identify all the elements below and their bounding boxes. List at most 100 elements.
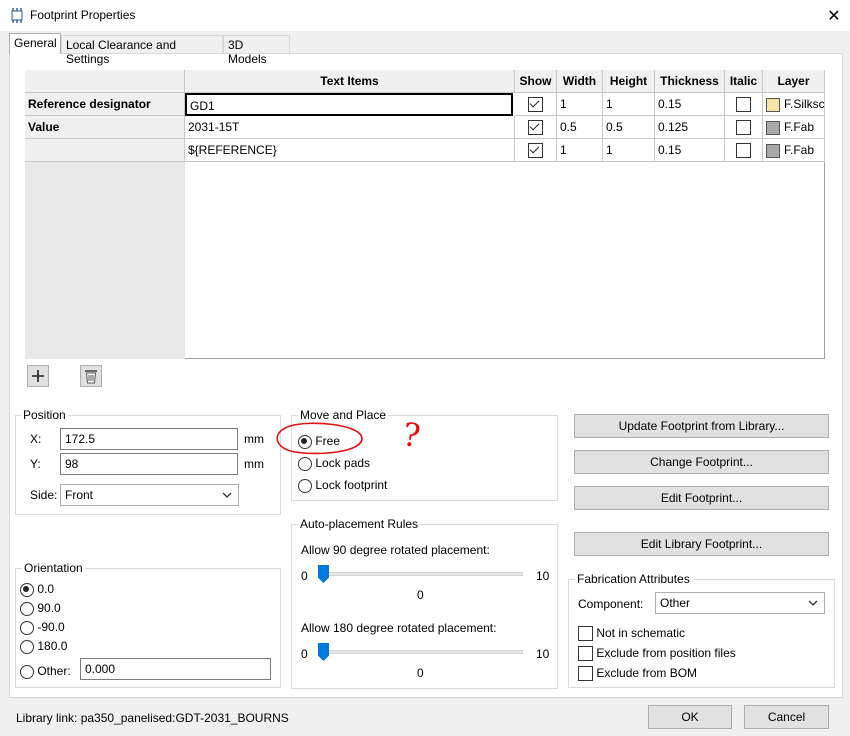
autoplace-group-label: Auto-placement Rules bbox=[298, 517, 421, 531]
rot180-min: 0 bbox=[301, 647, 308, 661]
height-cell[interactable]: 0.5 bbox=[603, 116, 655, 139]
radio-orient-0-dot[interactable] bbox=[20, 582, 34, 597]
italic-checkbox[interactable] bbox=[736, 120, 751, 136]
x-input[interactable]: 172.5 bbox=[60, 428, 238, 450]
radio-orient-0[interactable]: 0.0 bbox=[20, 582, 54, 597]
layer-cell[interactable]: F.Fab bbox=[763, 116, 825, 139]
radio-orient-90-dot[interactable] bbox=[20, 601, 34, 616]
component-select[interactable]: Other bbox=[655, 592, 825, 614]
rot90-slider-track[interactable] bbox=[318, 572, 523, 576]
layer-color-swatch bbox=[766, 97, 780, 112]
rot90-min: 0 bbox=[301, 569, 308, 583]
radio-orient-180[interactable]: 180.0 bbox=[20, 639, 67, 654]
italic-checkbox[interactable] bbox=[736, 97, 751, 113]
rot180-label: Allow 180 degree rotated placement: bbox=[301, 621, 497, 635]
width-cell[interactable]: 1 bbox=[557, 139, 603, 162]
col-header-height: Height bbox=[603, 70, 655, 93]
thickness-cell[interactable]: 0.15 bbox=[655, 93, 725, 116]
not-in-schematic-check[interactable]: Not in schematic bbox=[578, 626, 686, 642]
side-select[interactable]: Front bbox=[60, 484, 239, 506]
reference-text-cell[interactable]: GD1 bbox=[185, 93, 513, 116]
y-unit: mm bbox=[244, 457, 264, 471]
layer-name: F.Silksc bbox=[784, 97, 825, 111]
height-cell[interactable]: 1 bbox=[603, 93, 655, 116]
italic-checkbox[interactable] bbox=[736, 143, 751, 159]
grid-corner bbox=[25, 70, 185, 93]
layer-cell[interactable]: F.Silksc bbox=[763, 93, 825, 116]
rot180-value: 0 bbox=[417, 666, 424, 680]
thickness-cell[interactable]: 0.125 bbox=[655, 116, 725, 139]
cancel-button[interactable]: Cancel bbox=[744, 705, 829, 729]
show-cell[interactable] bbox=[515, 139, 557, 162]
change-footprint-button[interactable]: Change Footprint... bbox=[574, 450, 829, 474]
ok-button[interactable]: OK bbox=[648, 705, 732, 729]
italic-cell[interactable] bbox=[725, 139, 763, 162]
exclude-bom-checkbox[interactable] bbox=[578, 666, 593, 682]
radio-lock-footprint[interactable]: Lock footprint bbox=[298, 478, 387, 493]
layer-cell[interactable]: F.Fab bbox=[763, 139, 825, 162]
rot90-value: 0 bbox=[417, 588, 424, 602]
show-checkbox[interactable] bbox=[528, 120, 543, 136]
edit-library-footprint-button[interactable]: Edit Library Footprint... bbox=[574, 532, 829, 556]
rot180-slider-track[interactable] bbox=[318, 650, 523, 654]
x-label: X: bbox=[30, 432, 42, 446]
tab-local-clearance[interactable]: Local Clearance and Settings bbox=[61, 35, 223, 66]
radio-orient-90[interactable]: 90.0 bbox=[20, 601, 61, 616]
y-label: Y: bbox=[30, 457, 41, 471]
width-cell[interactable]: 0.5 bbox=[557, 116, 603, 139]
orientation-other-input[interactable]: 0.000 bbox=[80, 658, 271, 680]
radio-orient-minus90-label: -90.0 bbox=[37, 620, 65, 634]
italic-cell[interactable] bbox=[725, 116, 763, 139]
tab-general[interactable]: General bbox=[9, 33, 61, 54]
plus-icon bbox=[32, 370, 44, 382]
radio-lock-footprint-dot[interactable] bbox=[298, 478, 312, 493]
library-link: Library link: pa350_panelised:GDT-2031_B… bbox=[16, 711, 289, 725]
add-field-button[interactable] bbox=[27, 365, 49, 387]
radio-orient-minus90-dot[interactable] bbox=[20, 620, 34, 635]
height-cell[interactable]: 1 bbox=[603, 139, 655, 162]
col-header-italic: Italic bbox=[725, 70, 763, 93]
radio-orient-other[interactable]: Other: bbox=[20, 664, 71, 679]
col-header-show: Show bbox=[515, 70, 557, 93]
orientation-group-label: Orientation bbox=[22, 561, 85, 575]
tab-3d-models[interactable]: 3D Models bbox=[223, 35, 290, 66]
exclude-position-checkbox[interactable] bbox=[578, 646, 593, 662]
show-cell[interactable] bbox=[515, 93, 557, 116]
layer-color-swatch bbox=[766, 143, 780, 158]
row-label-value: Value bbox=[25, 116, 185, 139]
radio-lock-footprint-label: Lock footprint bbox=[315, 478, 388, 492]
row-label-reference: Reference designator bbox=[25, 93, 185, 116]
radio-orient-other-label: Other: bbox=[37, 664, 71, 678]
position-group-label: Position bbox=[21, 408, 68, 422]
thickness-cell[interactable]: 0.15 bbox=[655, 139, 725, 162]
col-header-text-items: Text Items bbox=[185, 70, 515, 93]
italic-cell[interactable] bbox=[725, 93, 763, 116]
not-in-schematic-checkbox[interactable] bbox=[578, 626, 593, 642]
exclude-position-check[interactable]: Exclude from position files bbox=[578, 646, 736, 662]
close-button[interactable]: ✕ bbox=[818, 0, 850, 31]
width-cell[interactable]: 1 bbox=[557, 93, 603, 116]
chevron-down-icon bbox=[808, 600, 818, 606]
delete-field-button[interactable] bbox=[80, 365, 102, 387]
edit-footprint-button[interactable]: Edit Footprint... bbox=[574, 486, 829, 510]
radio-orient-minus90[interactable]: -90.0 bbox=[20, 620, 65, 635]
y-input[interactable]: 98 bbox=[60, 453, 238, 475]
radio-orient-0-label: 0.0 bbox=[37, 582, 55, 596]
layer-color-swatch bbox=[766, 120, 780, 135]
show-cell[interactable] bbox=[515, 116, 557, 139]
show-checkbox[interactable] bbox=[528, 97, 543, 113]
update-footprint-button[interactable]: Update Footprint from Library... bbox=[574, 414, 829, 438]
value-text-cell[interactable]: 2031-15T bbox=[185, 116, 515, 139]
show-checkbox[interactable] bbox=[528, 143, 543, 159]
side-label: Side: bbox=[30, 488, 58, 502]
radio-orient-180-dot[interactable] bbox=[20, 639, 34, 654]
footprint-app-icon bbox=[9, 8, 25, 23]
not-in-schematic-label: Not in schematic bbox=[596, 626, 686, 640]
row-label-empty bbox=[25, 139, 185, 162]
exclude-position-label: Exclude from position files bbox=[596, 646, 736, 660]
layer-name: F.Fab bbox=[784, 120, 815, 134]
extra-text-cell[interactable]: ${REFERENCE} bbox=[185, 139, 515, 162]
radio-orient-other-dot[interactable] bbox=[20, 664, 34, 679]
fabrication-group-label: Fabrication Attributes bbox=[575, 572, 692, 586]
exclude-bom-check[interactable]: Exclude from BOM bbox=[578, 666, 697, 682]
